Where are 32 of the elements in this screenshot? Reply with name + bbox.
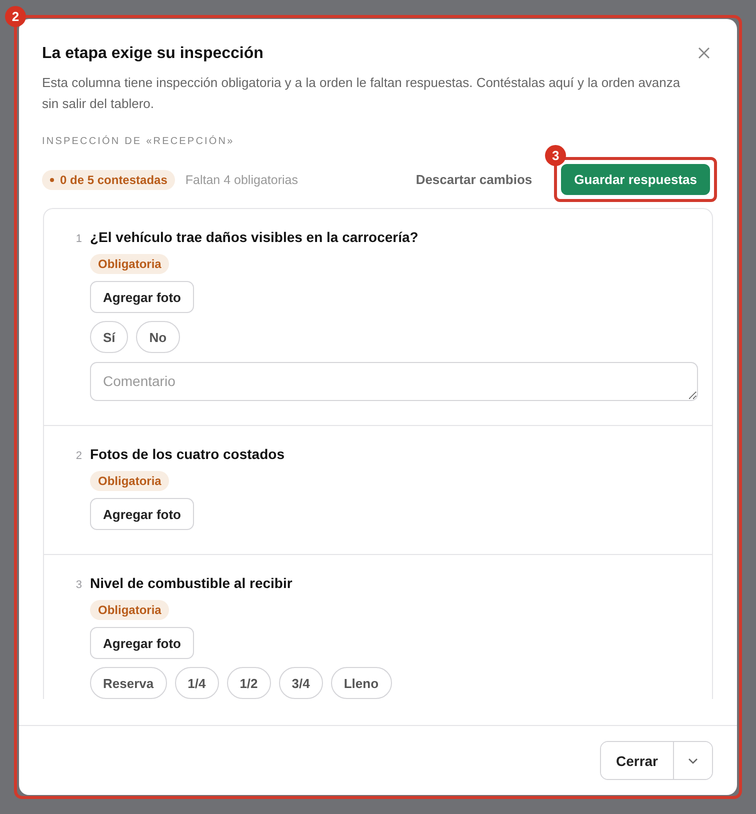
required-tag: Obligatoria [90,471,170,491]
question-number: 1 [74,233,82,245]
dialog-description: Esta columna tiene inspección obligatoria y a la orden le faltan respuestas. Contéstalas aquí y la orden avanza sin salir del tablero. [42,74,682,113]
question-text: ¿El vehículo trae daños visibles en la carrocería? [90,229,418,245]
question-text: Nivel de combustible al recibir [90,575,292,591]
add-photo-button[interactable]: Agregar foto [90,498,194,530]
answer-option[interactable]: 1/2 [226,667,271,699]
caret-icon [688,758,698,764]
answer-option[interactable]: 1/4 [174,667,219,699]
question-number: 2 [74,450,82,462]
save-button[interactable]: Guardar respuestas [561,164,710,195]
annotation-badge: 3 [545,145,566,166]
required-tag: Obligatoria [90,254,170,274]
progress-badge: 0 de 5 contestadas [42,170,176,190]
question-number: 3 [74,579,82,591]
answer-option[interactable]: Lleno [330,667,392,699]
close-button[interactable]: Cerrar [600,742,674,779]
answer-option[interactable]: Reserva [90,667,167,699]
answer-option[interactable]: 3/4 [278,667,323,699]
comment-field[interactable]: Comentario [90,362,698,401]
answer-option[interactable]: Sí [90,321,128,353]
answer-option[interactable]: No [136,321,180,353]
add-photo-button[interactable]: Agregar foto [90,627,194,659]
add-photo-button[interactable]: Agregar foto [90,281,194,313]
required-tag: Obligatoria [90,600,170,620]
close-icon[interactable] [697,47,711,61]
discard-button[interactable]: Descartar cambios [416,172,532,187]
section-label: INSPECCIÓN DE «RECEPCIÓN» [42,136,236,147]
question-text: Fotos de los cuatro costados [90,446,284,462]
annotation-badge: 2 [5,6,26,27]
dialog-title: La etapa exige su inspección [42,45,264,63]
missing-count: Faltan 4 obligatorias [185,172,298,186]
